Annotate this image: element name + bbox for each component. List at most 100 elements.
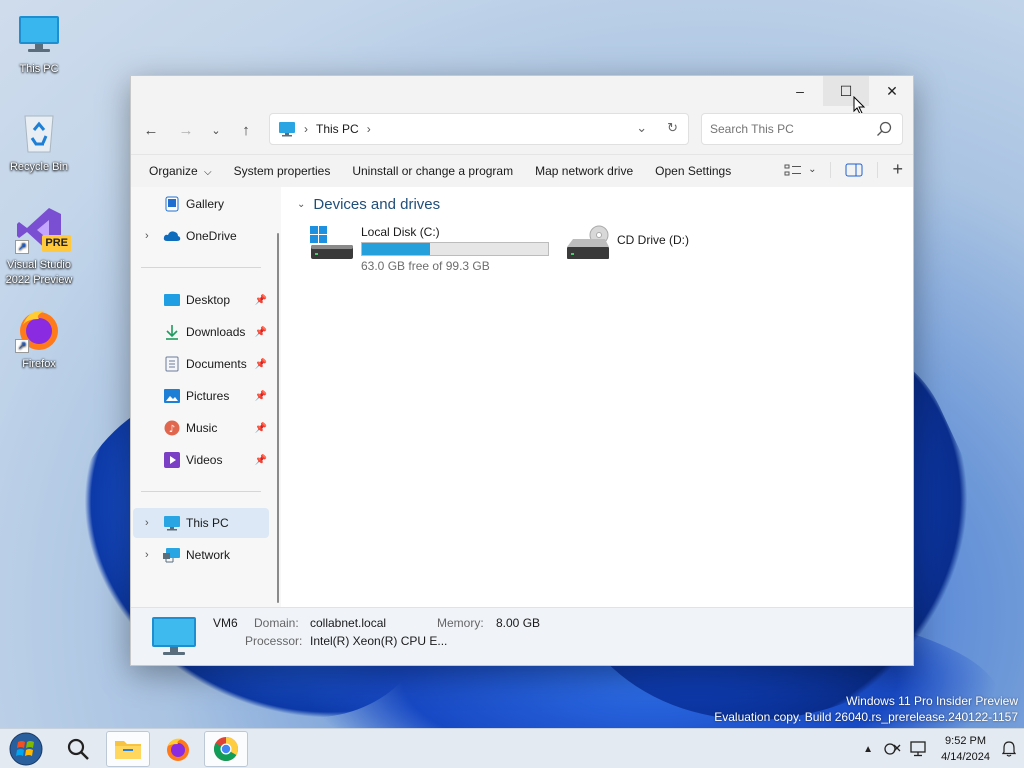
sidebar-divider (141, 491, 261, 492)
desktop-icon-visual-studio[interactable]: PRE ↗ Visual Studio 2022 Preview (0, 206, 78, 288)
toolbar-divider (830, 161, 832, 178)
sidebar-item-onedrive[interactable]: › OneDrive (133, 221, 269, 251)
address-bar[interactable]: › This PC › ⌄ ↻ (269, 113, 689, 145)
pin-icon[interactable]: 📌 (255, 423, 267, 434)
onedrive-cloud-icon (163, 227, 181, 245)
recent-locations-button[interactable]: ⌄ (204, 118, 228, 142)
sidebar-item-documents[interactable]: Documents 📌 (133, 349, 269, 379)
command-bar: Organize ⌵ System properties Uninstall o… (131, 154, 913, 186)
monitor-icon (152, 617, 196, 655)
taskbar-clock[interactable]: 9:52 PM 4/14/2024 (941, 733, 990, 765)
taskbar-file-explorer[interactable] (106, 731, 150, 767)
visual-studio-icon: PRE ↗ (15, 206, 71, 254)
drive-usage-fill (362, 243, 431, 255)
drive-item-d[interactable]: CD Drive (D:) (565, 225, 689, 265)
group-header[interactable]: ⌄ Devices and drives (297, 196, 440, 213)
sidebar-item-pictures[interactable]: Pictures 📌 (133, 381, 269, 411)
desktop-icon-label: Visual Studio 2022 Preview (5, 259, 73, 286)
up-button[interactable]: ↑ (234, 118, 258, 142)
desktop-icon-label: Recycle Bin (9, 161, 69, 173)
sync-network-icon[interactable] (883, 741, 901, 757)
pin-icon[interactable]: 📌 (255, 295, 267, 306)
memory-label: Memory: (437, 616, 484, 630)
sidebar-item-label: OneDrive (186, 229, 237, 243)
pin-icon[interactable]: 📌 (255, 391, 267, 402)
picture-icon (163, 387, 181, 405)
breadcrumb-separator[interactable]: › (367, 122, 371, 136)
chevron-right-icon[interactable]: › (145, 517, 149, 529)
search-input[interactable] (710, 122, 870, 136)
details-pane-icon[interactable] (845, 163, 863, 177)
desktop-icon-firefox[interactable]: ↗ Firefox (0, 305, 78, 372)
firefox-icon (167, 738, 189, 761)
desktop-icon-label: Firefox (22, 358, 56, 370)
search-box[interactable] (701, 113, 903, 145)
network-monitor-icon[interactable] (909, 741, 927, 757)
evaluation-watermark: Windows 11 Pro Insider Preview Evaluatio… (714, 693, 1018, 725)
monitor-icon (279, 122, 295, 137)
sidebar-divider (141, 267, 261, 268)
refresh-icon[interactable]: ↻ (667, 120, 678, 136)
sidebar-item-videos[interactable]: Videos 📌 (133, 445, 269, 475)
chevron-right-icon[interactable]: › (145, 549, 149, 561)
desktop-icon-recycle-bin[interactable]: Recycle Bin (0, 108, 78, 175)
firefox-icon: ↗ (15, 305, 63, 353)
breadcrumb-this-pc[interactable]: This PC (316, 122, 359, 136)
cd-drive-icon (565, 225, 609, 265)
back-button[interactable]: ← (139, 118, 163, 142)
pin-icon[interactable]: 📌 (255, 327, 267, 338)
title-bar[interactable]: – ☐ ✕ (131, 76, 915, 115)
chevron-down-icon: ⌵ (204, 166, 212, 178)
sidebar-item-label: Documents (186, 357, 247, 371)
desktop-icon-this-pc[interactable]: This PC (0, 10, 78, 77)
drive-item-c[interactable]: Local Disk (C:) 63.0 GB free of 99.3 GB (309, 225, 549, 273)
sidebar-item-this-pc[interactable]: › This PC (133, 508, 269, 538)
sidebar-item-gallery[interactable]: Gallery (133, 189, 269, 219)
system-properties-button[interactable]: System properties (226, 158, 339, 184)
chevron-down-icon: ⌄ (808, 164, 817, 175)
map-network-drive-button[interactable]: Map network drive (527, 158, 641, 184)
file-explorer-window: – ☐ ✕ ← → ⌄ ↑ › This PC › ⌄ ↻ Search Thi… (130, 75, 914, 666)
sidebar-item-music[interactable]: ♪ Music 📌 (133, 413, 269, 443)
taskbar-search-button[interactable] (56, 731, 100, 767)
taskbar-chrome[interactable] (204, 731, 248, 767)
video-icon (163, 451, 181, 469)
breadcrumb-separator[interactable]: › (304, 122, 308, 136)
minimize-button[interactable]: – (777, 76, 823, 106)
show-hidden-icons-chevron-icon[interactable]: ▲ (863, 744, 873, 755)
notification-bell-icon[interactable] (1002, 741, 1016, 757)
shortcut-arrow-icon: ↗ (15, 240, 29, 254)
taskbar-firefox[interactable] (156, 731, 200, 767)
pin-icon[interactable]: 📌 (255, 359, 267, 370)
add-icon[interactable]: + (892, 159, 903, 180)
address-dropdown-chevron-icon[interactable]: ⌄ (636, 120, 647, 136)
uninstall-program-button[interactable]: Uninstall or change a program (344, 158, 521, 184)
arrow-left-icon: ← (143, 121, 159, 139)
desktop-icon (163, 291, 181, 309)
sidebar-item-label: This PC (186, 516, 229, 530)
monitor-icon (163, 514, 181, 532)
open-settings-button[interactable]: Open Settings (647, 158, 739, 184)
chevron-down-icon: ⌄ (297, 199, 306, 210)
organize-button[interactable]: Organize ⌵ (141, 158, 220, 184)
sidebar-item-label: Desktop (186, 293, 231, 307)
arrow-right-icon: → (178, 121, 194, 139)
sidebar-item-desktop[interactable]: Desktop 📌 (133, 285, 269, 315)
sidebar-item-label: Videos (186, 453, 223, 467)
sidebar-scrollbar[interactable] (277, 233, 279, 603)
close-button[interactable]: ✕ (869, 76, 915, 106)
computer-name: VM6 (213, 616, 238, 630)
forward-button[interactable]: → (174, 118, 198, 142)
network-icon (163, 546, 181, 564)
search-icon[interactable] (876, 121, 892, 137)
sidebar-item-downloads[interactable]: Downloads 📌 (133, 317, 269, 347)
domain-value: collabnet.local (310, 616, 387, 630)
drive-info: Local Disk (C:) 63.0 GB free of 99.3 GB (361, 225, 549, 273)
pin-icon[interactable]: 📌 (255, 455, 267, 466)
view-options-button[interactable]: ⌄ (784, 163, 816, 177)
system-tray: ▲ 9:52 PM 4/14/2024 (863, 729, 1024, 768)
windows-drive-icon (309, 225, 353, 265)
chevron-right-icon[interactable]: › (145, 230, 149, 242)
start-button[interactable] (4, 731, 48, 767)
sidebar-item-network[interactable]: › Network (133, 540, 269, 570)
